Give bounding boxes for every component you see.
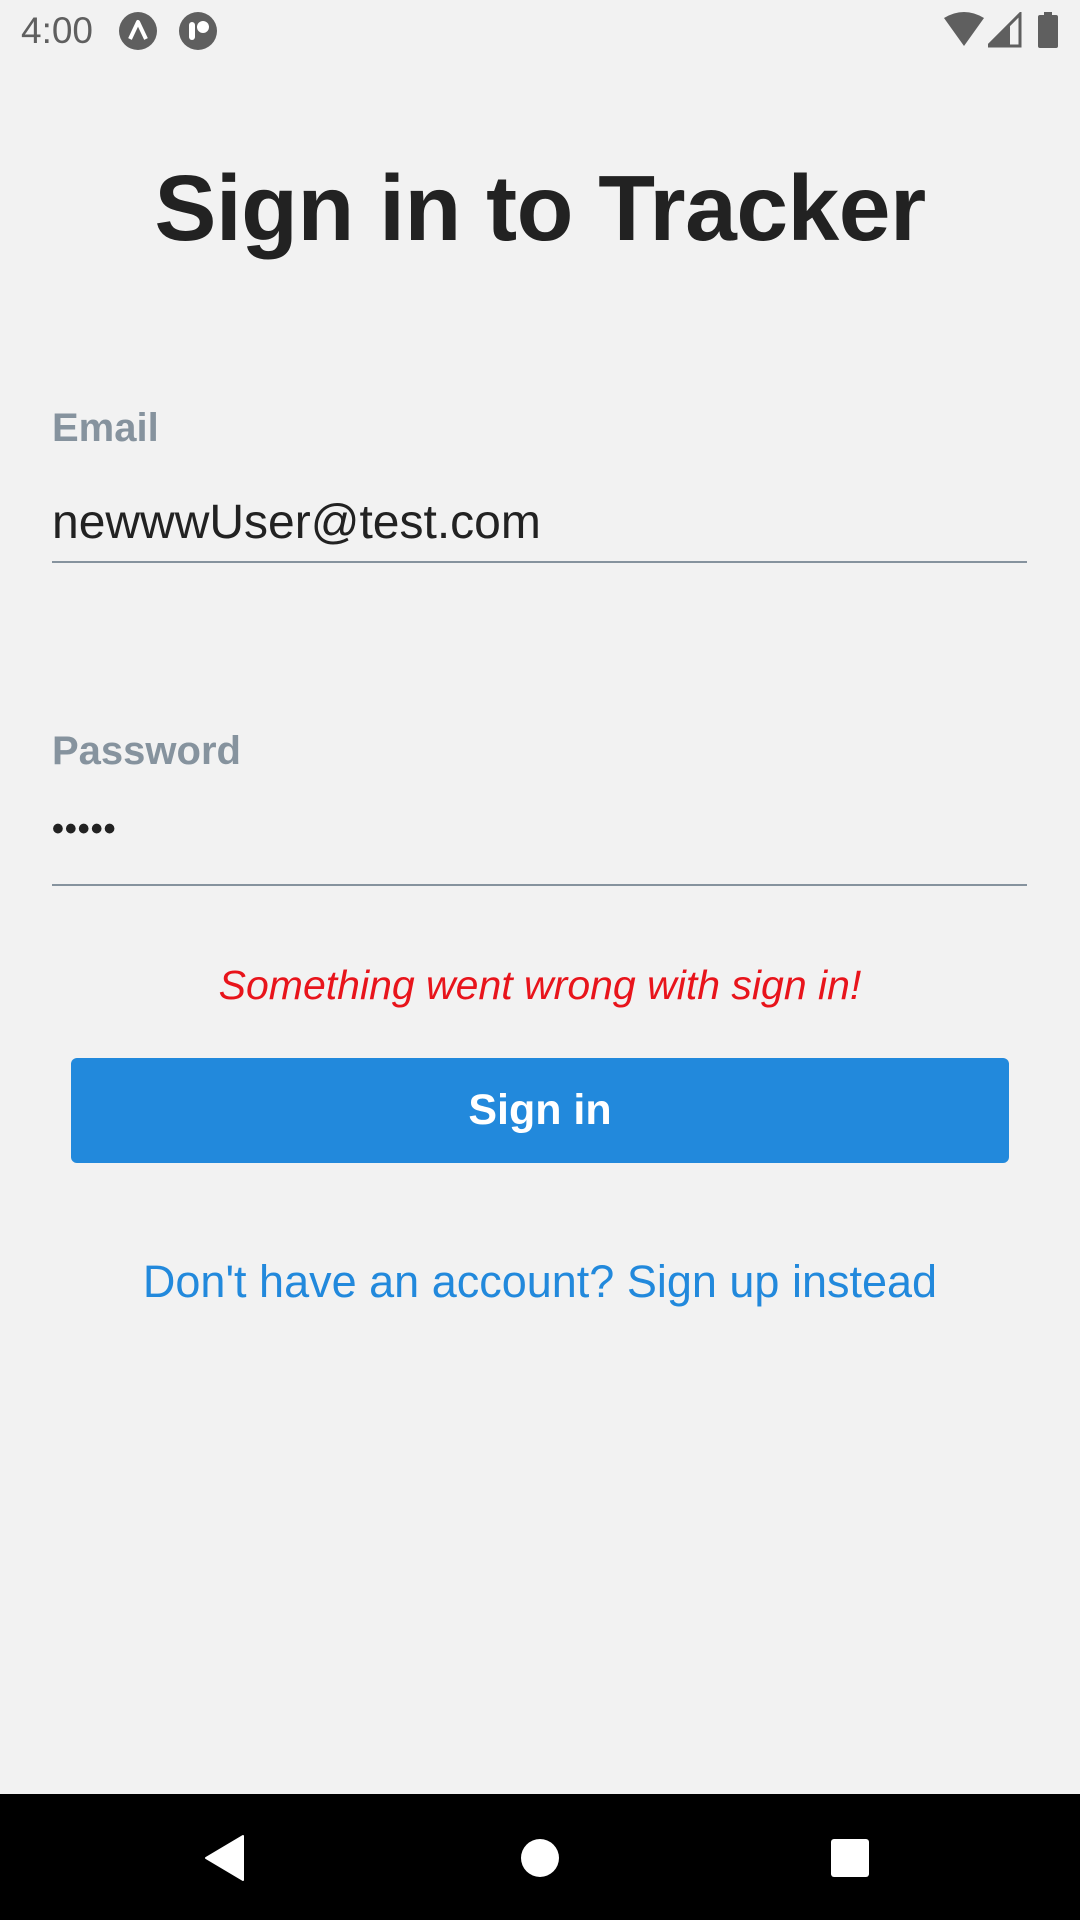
status-bar: 4:00 [0,0,1080,63]
password-label: Password [52,729,241,773]
notification-app-icon [119,12,157,50]
recents-icon[interactable] [815,1822,885,1892]
battery-icon [1038,12,1058,48]
wifi-icon [944,12,984,46]
email-field[interactable] [52,483,1027,563]
error-message: Something went wrong with sign in! [218,962,862,1008]
status-time: 4:00 [21,10,94,51]
sign-in-screen: 4:00 Sign in to Tracker Email Password •… [0,0,1080,1920]
email-label: Email [52,406,159,450]
sign-in-button[interactable]: Sign in [71,1058,1009,1163]
password-value: ••••• [52,810,117,848]
notification-react-icon [179,12,217,50]
navigation-bar [0,1794,1080,1920]
page-title: Sign in to Tracker [154,156,926,260]
cell-signal-icon [988,12,1022,48]
password-field[interactable] [52,806,1027,886]
sign-up-link[interactable]: Don't have an account? Sign up instead [0,1256,1080,1308]
home-icon[interactable] [505,1822,575,1892]
back-icon[interactable] [190,1822,260,1892]
